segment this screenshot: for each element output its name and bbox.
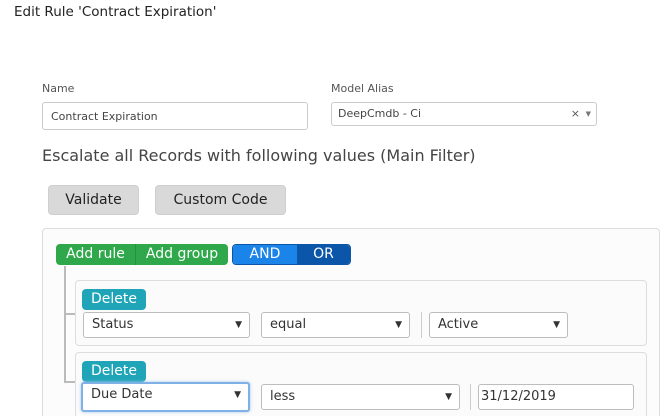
chevron-down-icon[interactable]: ▼	[586, 108, 591, 120]
rule-field-select[interactable]: Status ▼	[83, 312, 250, 338]
chevron-down-icon: ▼	[235, 320, 242, 330]
validate-button[interactable]: Validate	[48, 185, 139, 215]
rule-field-value: Due Date	[91, 387, 153, 402]
model-alias-value: DeepCmdb - Ci	[338, 107, 422, 120]
chevron-down-icon: ▼	[234, 390, 241, 400]
or-toggle-button[interactable]: OR	[296, 245, 350, 264]
rule-operator-value: less	[270, 389, 296, 404]
delete-rule-button[interactable]: Delete	[82, 289, 146, 310]
clear-icon[interactable]: ×	[571, 108, 580, 120]
rule-field-value: Status	[92, 317, 134, 332]
name-label: Name	[42, 82, 75, 95]
and-toggle-button[interactable]: AND	[233, 245, 297, 264]
chevron-down-icon: ▼	[553, 320, 560, 330]
tree-connector	[64, 266, 66, 382]
rule-value: Active	[438, 317, 479, 332]
rule-operator-select[interactable]: less ▼	[261, 384, 460, 410]
rule-value-input[interactable]: 31/12/2019	[478, 384, 634, 410]
model-alias-select[interactable]: DeepCmdb - Ci × ▼	[331, 102, 597, 126]
name-field[interactable]: Contract Expiration	[42, 102, 308, 130]
page-title: Edit Rule 'Contract Expiration'	[14, 4, 217, 20]
chevron-down-icon: ▼	[395, 320, 402, 330]
model-alias-label: Model Alias	[331, 82, 394, 95]
delete-rule-button[interactable]: Delete	[82, 361, 146, 382]
main-filter-heading: Escalate all Records with following valu…	[42, 146, 476, 165]
add-rule-button[interactable]: Add rule	[56, 244, 136, 265]
rule-value-select[interactable]: Active ▼	[429, 312, 568, 338]
divider	[421, 312, 422, 338]
condition-toggle: AND OR	[232, 244, 351, 265]
add-button-group: Add rule Add group	[56, 244, 228, 265]
divider	[470, 384, 471, 410]
rule-operator-select[interactable]: equal ▼	[261, 312, 410, 338]
chevron-down-icon: ▼	[445, 392, 452, 402]
rule-operator-value: equal	[270, 317, 307, 332]
add-group-button[interactable]: Add group	[136, 244, 228, 265]
rule-field-select[interactable]: Due Date ▼	[81, 382, 250, 412]
custom-code-button[interactable]: Custom Code	[155, 185, 286, 215]
